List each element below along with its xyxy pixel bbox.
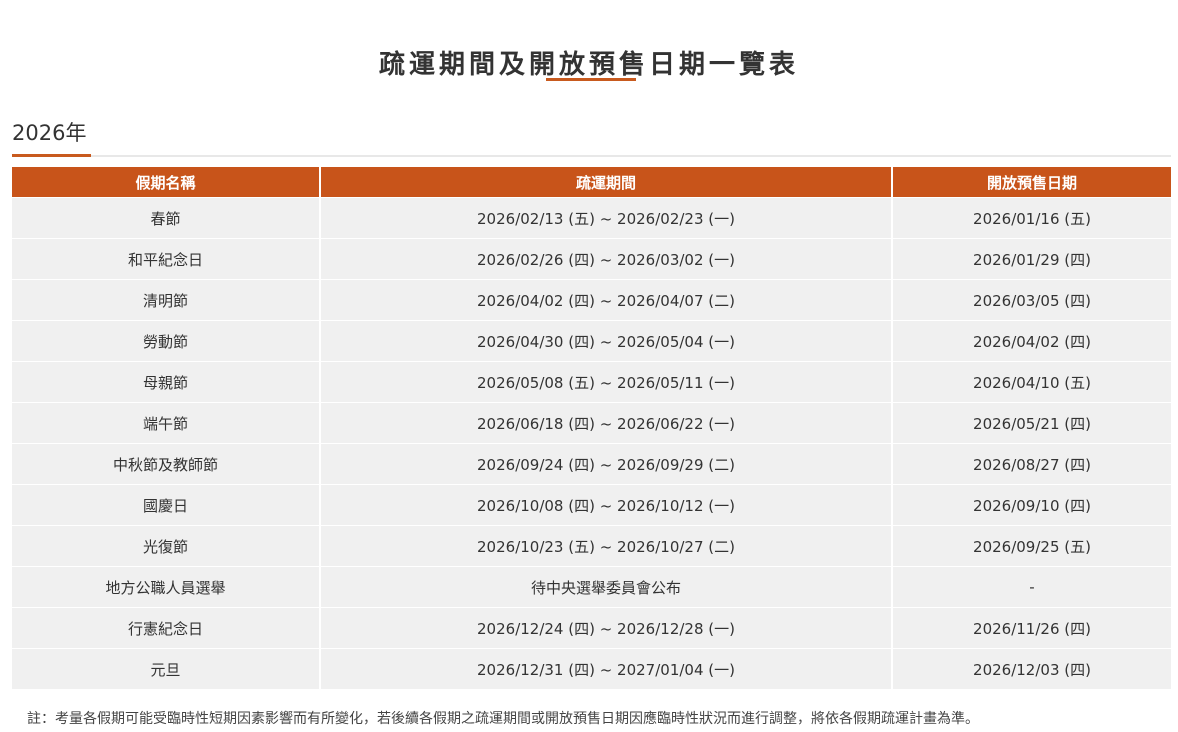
holiday-name-cell: 地方公職人員選舉 bbox=[12, 566, 321, 608]
presale-date-cell: 2026/04/10 (五) bbox=[892, 361, 1171, 403]
table-header-row: 假期名稱 疏運期間 開放預售日期 bbox=[12, 167, 1171, 198]
transport-period-cell: 2026/12/24 (四) ~ 2026/12/28 (一) bbox=[320, 607, 893, 649]
transport-period-cell: 2026/12/31 (四) ~ 2027/01/04 (一) bbox=[320, 648, 893, 689]
presale-date-cell: 2026/01/16 (五) bbox=[892, 197, 1171, 239]
presale-date-cell: 2026/03/05 (四) bbox=[892, 279, 1171, 321]
transport-period-cell: 2026/02/26 (四) ~ 2026/03/02 (一) bbox=[320, 238, 893, 280]
presale-date-cell: 2026/12/03 (四) bbox=[892, 648, 1171, 689]
table-row: 元旦 2026/12/31 (四) ~ 2027/01/04 (一) 2026/… bbox=[12, 648, 1171, 689]
presale-date-cell: 2026/09/25 (五) bbox=[892, 525, 1171, 567]
transport-period-cell: 2026/02/13 (五) ~ 2026/02/23 (一) bbox=[320, 197, 893, 239]
table-row: 地方公職人員選舉 待中央選舉委員會公布 - bbox=[12, 566, 1171, 608]
holiday-name-cell: 和平紀念日 bbox=[12, 238, 321, 280]
holiday-name-cell: 春節 bbox=[12, 197, 321, 239]
holiday-name-cell: 勞動節 bbox=[12, 320, 321, 362]
transport-period-cell: 2026/05/08 (五) ~ 2026/05/11 (一) bbox=[320, 361, 893, 403]
holiday-name-cell: 端午節 bbox=[12, 402, 321, 444]
table-row: 春節 2026/02/13 (五) ~ 2026/02/23 (一) 2026/… bbox=[12, 197, 1171, 239]
transport-period-cell: 2026/09/24 (四) ~ 2026/09/29 (二) bbox=[320, 443, 893, 485]
header-holiday-name: 假期名稱 bbox=[12, 167, 321, 198]
table-row: 清明節 2026/04/02 (四) ~ 2026/04/07 (二) 2026… bbox=[12, 279, 1171, 321]
presale-date-cell: 2026/11/26 (四) bbox=[892, 607, 1171, 649]
transport-period-cell: 2026/10/23 (五) ~ 2026/10/27 (二) bbox=[320, 525, 893, 567]
transport-period-cell: 2026/10/08 (四) ~ 2026/10/12 (一) bbox=[320, 484, 893, 526]
transport-period-cell: 2026/06/18 (四) ~ 2026/06/22 (一) bbox=[320, 402, 893, 444]
table-row: 光復節 2026/10/23 (五) ~ 2026/10/27 (二) 2026… bbox=[12, 525, 1171, 567]
title-underline bbox=[546, 78, 636, 81]
presale-date-cell: 2026/04/02 (四) bbox=[892, 320, 1171, 362]
presale-date-cell: - bbox=[892, 566, 1171, 608]
presale-date-cell: 2026/05/21 (四) bbox=[892, 402, 1171, 444]
holiday-name-cell: 中秋節及教師節 bbox=[12, 443, 321, 485]
holiday-name-cell: 光復節 bbox=[12, 525, 321, 567]
holiday-name-cell: 國慶日 bbox=[12, 484, 321, 526]
year-heading: 2026年 bbox=[12, 121, 87, 145]
schedule-table: 假期名稱 疏運期間 開放預售日期 春節 2026/02/13 (五) ~ 202… bbox=[12, 167, 1171, 689]
year-divider-accent bbox=[12, 154, 91, 157]
year-divider bbox=[12, 155, 1171, 157]
table-row: 行憲紀念日 2026/12/24 (四) ~ 2026/12/28 (一) 20… bbox=[12, 607, 1171, 649]
holiday-name-cell: 行憲紀念日 bbox=[12, 607, 321, 649]
table-row: 端午節 2026/06/18 (四) ~ 2026/06/22 (一) 2026… bbox=[12, 402, 1171, 444]
table-row: 和平紀念日 2026/02/26 (四) ~ 2026/03/02 (一) 20… bbox=[12, 238, 1171, 280]
transport-period-cell: 待中央選舉委員會公布 bbox=[320, 566, 893, 608]
table-row: 母親節 2026/05/08 (五) ~ 2026/05/11 (一) 2026… bbox=[12, 361, 1171, 403]
table-row: 勞動節 2026/04/30 (四) ~ 2026/05/04 (一) 2026… bbox=[12, 320, 1171, 362]
holiday-name-cell: 元旦 bbox=[12, 648, 321, 689]
table-row: 中秋節及教師節 2026/09/24 (四) ~ 2026/09/29 (二) … bbox=[12, 443, 1171, 485]
presale-date-cell: 2026/09/10 (四) bbox=[892, 484, 1171, 526]
transport-period-cell: 2026/04/30 (四) ~ 2026/05/04 (一) bbox=[320, 320, 893, 362]
presale-date-cell: 2026/01/29 (四) bbox=[892, 238, 1171, 280]
header-presale-date: 開放預售日期 bbox=[892, 167, 1171, 198]
presale-date-cell: 2026/08/27 (四) bbox=[892, 443, 1171, 485]
transport-period-cell: 2026/04/02 (四) ~ 2026/04/07 (二) bbox=[320, 279, 893, 321]
footnote: 註：考量各假期可能受臨時性短期因素影響而有所變化，若後續各假期之疏運期間或開放預… bbox=[27, 711, 979, 727]
table-row: 國慶日 2026/10/08 (四) ~ 2026/10/12 (一) 2026… bbox=[12, 484, 1171, 526]
holiday-name-cell: 母親節 bbox=[12, 361, 321, 403]
header-transport-period: 疏運期間 bbox=[320, 167, 893, 198]
holiday-name-cell: 清明節 bbox=[12, 279, 321, 321]
